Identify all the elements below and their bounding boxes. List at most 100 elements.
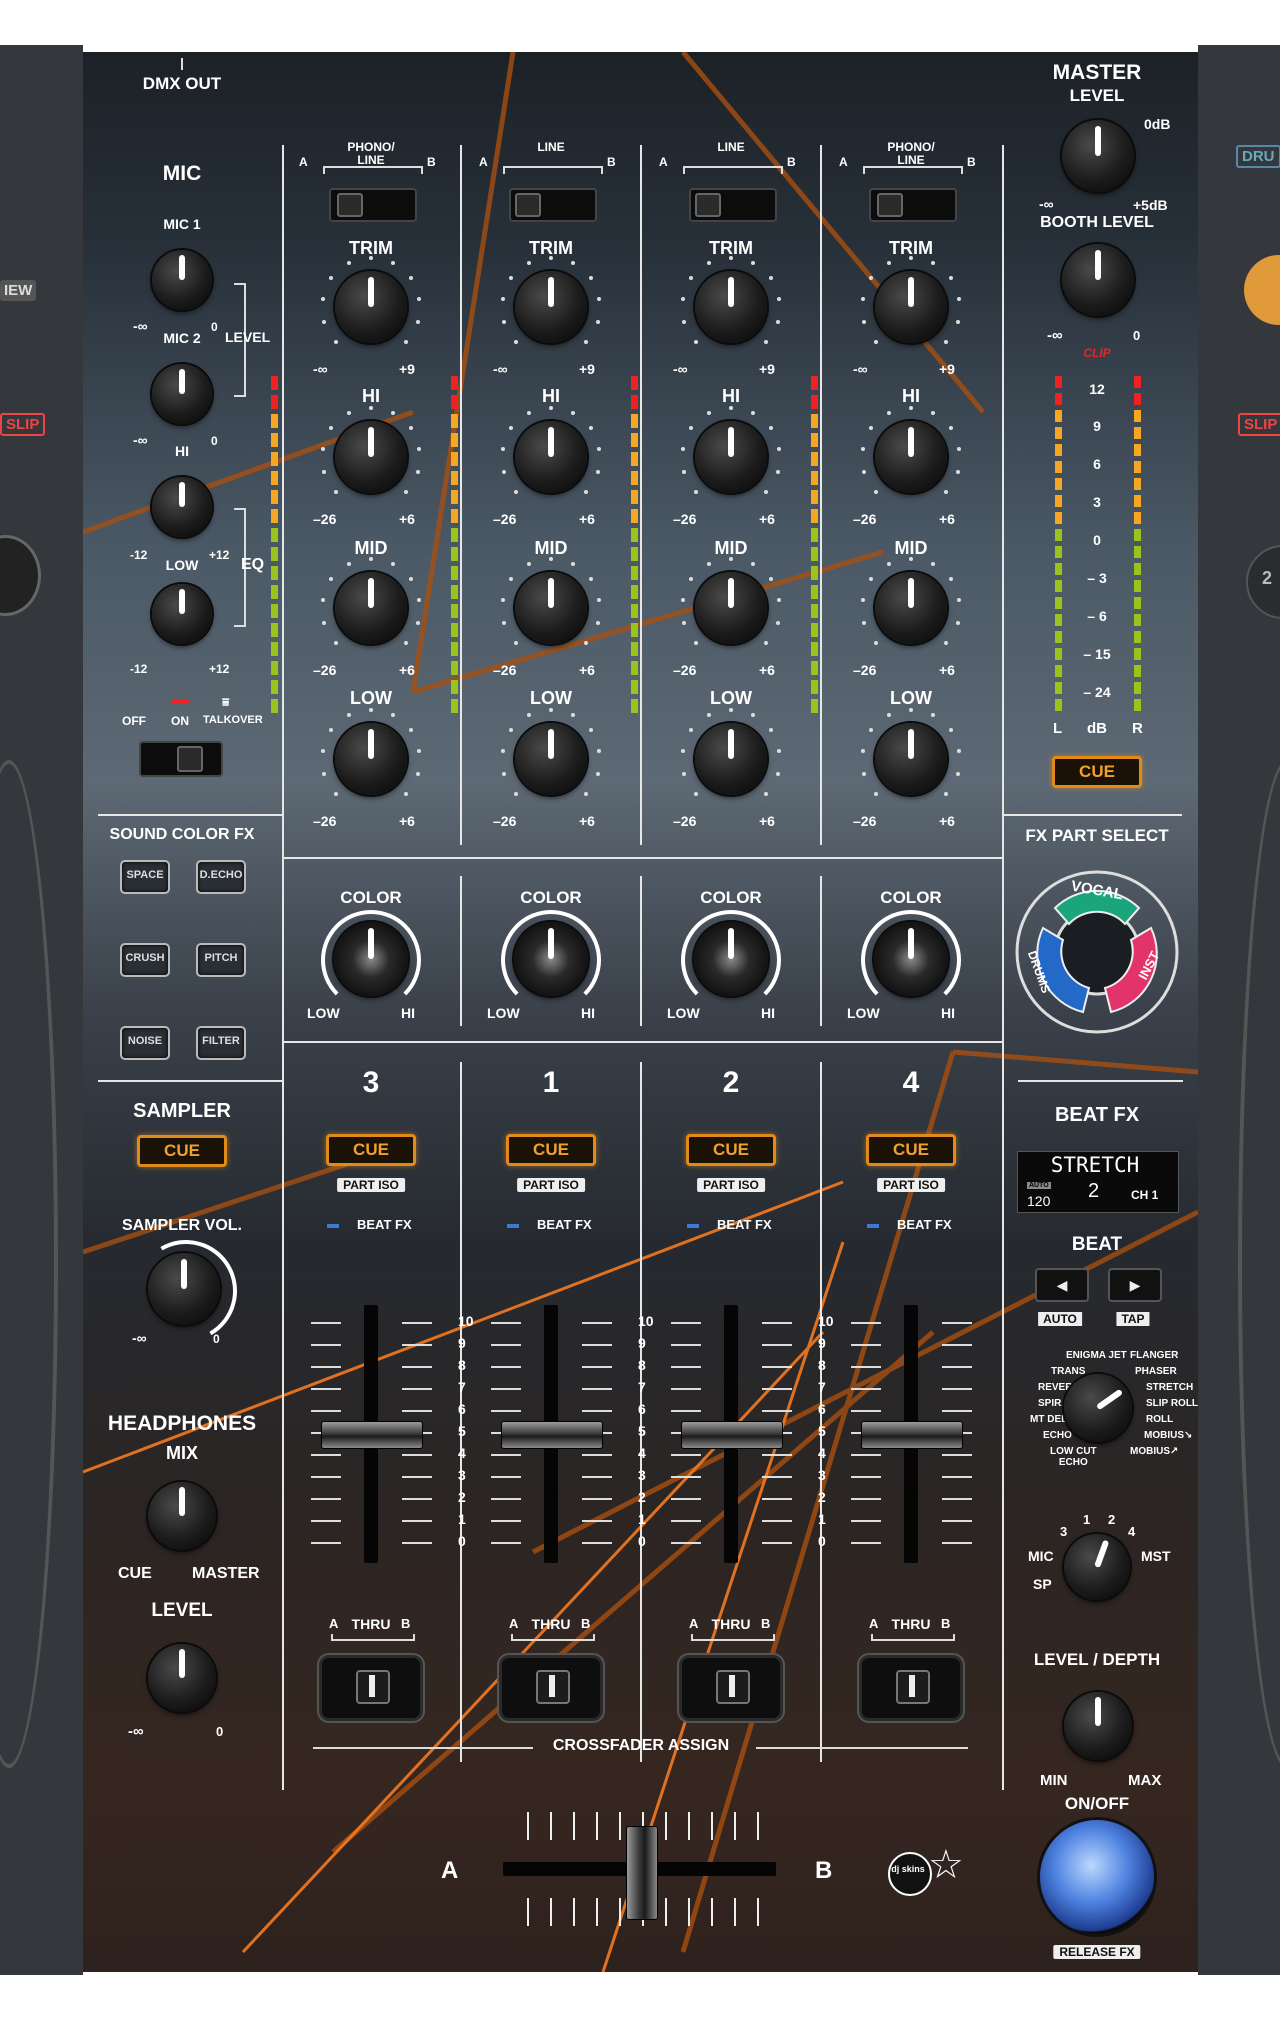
ch-low-knob[interactable]: [335, 723, 407, 795]
beat-fx-display-channel: CH 1: [1131, 1188, 1159, 1202]
knob-scale-dot: [948, 276, 953, 281]
level-depth-knob[interactable]: [1064, 1692, 1132, 1760]
ch-trim-knob[interactable]: [335, 271, 407, 343]
ch-hi-knob[interactable]: [695, 421, 767, 493]
right-slip-label[interactable]: SLIP: [1238, 413, 1280, 436]
left-view-label[interactable]: IEW: [0, 280, 37, 301]
knob-indicator: [548, 276, 554, 307]
input-selector-switch[interactable]: [869, 188, 957, 222]
dmx-out-marker: [181, 58, 183, 70]
ch-trim-knob[interactable]: [695, 271, 767, 343]
ch-fader-handle[interactable]: [501, 1421, 603, 1449]
ch-cue-button[interactable]: CUE: [506, 1134, 596, 1166]
master-meter-r-segment: [1134, 665, 1141, 677]
ch-part-iso-label: PART ISO: [697, 1178, 765, 1192]
ch-fader-handle[interactable]: [681, 1421, 783, 1449]
ch-mid-knob[interactable]: [695, 572, 767, 644]
input-selector-switch[interactable]: [509, 188, 597, 222]
fader-tick: [402, 1520, 432, 1522]
ch-color-knob[interactable]: [694, 922, 768, 996]
ch-level-meter-segment: [811, 452, 818, 466]
headphones-title: HEADPHONES: [107, 1412, 257, 1435]
ch-mid-knob[interactable]: [875, 572, 947, 644]
booth-level-knob[interactable]: [1062, 244, 1134, 316]
mic-mode-switch[interactable]: [139, 741, 223, 777]
sampler-cue-button[interactable]: CUE: [137, 1135, 227, 1167]
ch-hi-knob[interactable]: [515, 421, 587, 493]
talkover-icon: ⩸: [222, 695, 230, 709]
ch-low-knob[interactable]: [875, 723, 947, 795]
ch-part-iso-label: PART ISO: [877, 1178, 945, 1192]
ch-color-knob[interactable]: [334, 922, 408, 996]
fx-filter-button[interactable]: FILTER: [196, 1026, 246, 1060]
master-level-knob[interactable]: [1062, 120, 1134, 192]
fx-on-off-button[interactable]: [1040, 1820, 1154, 1934]
fx-space-button[interactable]: SPACE: [120, 860, 170, 894]
ch-level-meter-segment: [631, 490, 638, 504]
knob-scale-dot: [588, 426, 593, 431]
ch-part-iso-label: PART ISO: [517, 1178, 585, 1192]
fx-crush-button[interactable]: CRUSH: [120, 943, 170, 977]
crossfader-handle[interactable]: [626, 1826, 658, 1920]
sampler-vol-knob[interactable]: [148, 1253, 220, 1325]
input-selector-switch[interactable]: [689, 188, 777, 222]
ch-beat-fx-indicator: [867, 1224, 879, 1228]
headphones-mix-knob[interactable]: [148, 1482, 216, 1550]
mic1-label: MIC 1: [163, 216, 201, 232]
fader-scale-label: 9: [818, 1335, 826, 1351]
crossfader-tick: [665, 1898, 667, 1926]
ch-cue-button[interactable]: CUE: [326, 1134, 416, 1166]
fx-dual-echo-button[interactable]: D.ECHO: [196, 860, 246, 894]
input-selector-switch[interactable]: [329, 188, 417, 222]
ch-hi-knob[interactable]: [875, 421, 947, 493]
mic-hi-knob[interactable]: [152, 477, 212, 537]
beat-fx-effect-left: LOW CUT ECHO: [1050, 1446, 1097, 1468]
ch-fader-handle[interactable]: [861, 1421, 963, 1449]
ch-hi-knob[interactable]: [335, 421, 407, 493]
ch-trim-knob[interactable]: [515, 271, 587, 343]
beat-fx-effect-right: MOBIUS↗: [1130, 1446, 1179, 1457]
ch-cue-button[interactable]: CUE: [866, 1134, 956, 1166]
ch-crossfader-assign-switch[interactable]: [499, 1655, 603, 1721]
fx-pitch-button[interactable]: PITCH: [196, 943, 246, 977]
ch-divider-2-color: [640, 876, 642, 1026]
fx-channel-select-knob[interactable]: [1064, 1534, 1130, 1600]
ch-trim-knob[interactable]: [875, 271, 947, 343]
ch-fader-handle[interactable]: [321, 1421, 423, 1449]
knob-scale-dot: [948, 426, 953, 431]
mic-low-knob[interactable]: [152, 584, 212, 644]
ch-color-knob[interactable]: [514, 922, 588, 996]
headphones-level-knob[interactable]: [148, 1644, 216, 1712]
ch-number: 2: [722, 1066, 740, 1099]
beat-left-button[interactable]: ◀: [1035, 1268, 1089, 1302]
djskins-star-icon: ☆: [928, 1843, 964, 1887]
ch-mid-knob[interactable]: [515, 572, 587, 644]
right-dru-label[interactable]: DRU: [1236, 145, 1280, 168]
ch-low-knob[interactable]: [515, 723, 587, 795]
ch-color-knob[interactable]: [874, 922, 948, 996]
mic2-level-knob[interactable]: [152, 364, 212, 424]
ch-crossfader-assign-switch[interactable]: [859, 1655, 963, 1721]
ch-level-meter-segment: [631, 547, 638, 561]
ch-cue-button[interactable]: CUE: [686, 1134, 776, 1166]
ch-low-min-label: –26: [493, 813, 517, 829]
mic1-level-knob[interactable]: [152, 250, 212, 310]
ch-low-knob[interactable]: [695, 723, 767, 795]
knob-indicator: [368, 577, 374, 608]
ch-level-meter-segment: [451, 433, 458, 447]
fader-tick: [851, 1520, 881, 1522]
beat-right-button[interactable]: ▶: [1108, 1268, 1162, 1302]
ch-level-meter-segment: [271, 433, 278, 447]
beat-fx-select-knob[interactable]: [1064, 1374, 1132, 1442]
ch-mid-knob[interactable]: [335, 572, 407, 644]
ch-crossfader-assign-switch[interactable]: [679, 1655, 783, 1721]
ch-crossfader-assign-switch[interactable]: [319, 1655, 423, 1721]
knob-scale-dot: [583, 339, 588, 344]
input-selector-lever: [515, 193, 541, 217]
fader-tick: [491, 1344, 521, 1346]
fx-noise-button[interactable]: NOISE: [120, 1026, 170, 1060]
left-slip-label[interactable]: SLIP: [0, 413, 46, 436]
ch-low-min-label: –26: [853, 813, 877, 829]
master-cue-button[interactable]: CUE: [1052, 756, 1142, 788]
crossfader-tick: [550, 1812, 552, 1840]
